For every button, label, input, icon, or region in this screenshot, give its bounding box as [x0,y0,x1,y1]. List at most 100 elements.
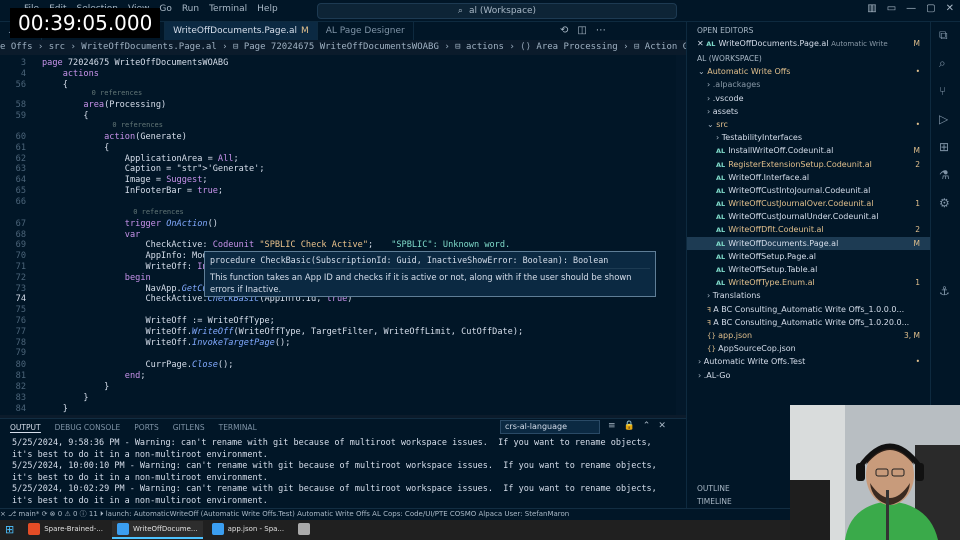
command-center[interactable]: ⌕ al (Workspace) [317,3,677,19]
file-tree-item[interactable]: AL WriteOffCustJournalUnder.Codeunit.al [687,210,930,223]
close-button[interactable]: ✕ [946,3,954,14]
al-file-icon: AL [716,213,726,222]
file-tree-item[interactable]: › Automatic Write Offs.Test • [687,355,930,368]
file-tree-item[interactable]: › .alpackages [687,78,930,91]
output-line: 5/25/2024, 10:00:10 PM - Warning: can't … [12,461,662,483]
status-badge: M [913,238,920,248]
file-tree-label: RegisterExtensionSetup.Codeunit.al [728,159,872,169]
run-debug-icon[interactable]: ▷ [939,112,948,126]
filter-icon[interactable]: ≡ [608,421,616,431]
file-tree-item[interactable]: ꟻ A BC Consulting_Automatic Write Offs_1… [687,316,930,329]
code-editor[interactable]: 3 page 72024675 WriteOffDocumentsWOABG 4 a… [0,55,686,415]
code-lens-references[interactable]: 0 references [92,89,143,98]
search-icon: ⌕ [457,6,463,16]
panel-tab-ports[interactable]: PORTS [134,423,158,433]
lock-icon[interactable]: 🔒 [624,421,635,431]
timeline-header[interactable]: TIMELINE [687,493,742,508]
file-tree-item[interactable]: AL WriteOffDflt.Codeunit.al 2 [687,223,930,236]
file-tree-item[interactable]: AL InstallWriteOff.Codeunit.al M [687,144,930,157]
menu-item-run[interactable]: Run [182,4,199,14]
close-panel-icon[interactable]: ✕ [658,421,666,431]
al-file-icon: AL [716,226,726,235]
file-tree-label: TestabilityInterfaces [721,133,803,143]
file-tree-item[interactable]: › assets [687,105,930,118]
layout-icon[interactable]: ▥ [867,3,876,14]
file-tree-item[interactable]: › Translations [687,289,930,302]
panel-toggle-icon[interactable]: ▭ [887,3,896,14]
file-tree-item[interactable]: AL WriteOffCustJournalOver.Codeunit.al 1 [687,197,930,210]
file-tree-item[interactable]: AL WriteOffSetup.Table.al [687,263,930,276]
breadcrumb[interactable]: e Offs › src › WriteOffDocuments.Page.al… [0,40,686,55]
windows-icon: ⊞ [5,522,15,536]
editor-tab[interactable]: AL Page Designer [318,22,414,40]
code-line[interactable]: 59 { [0,110,686,122]
file-tree-label: src [716,119,728,129]
taskbar-app[interactable]: WriteOffDocume... [112,521,203,539]
file-tree-item[interactable]: AL WriteOffCustIntoJournal.Codeunit.al [687,184,930,197]
close-icon[interactable]: ✕ [697,39,706,48]
file-tree-item[interactable]: AL WriteOff.Interface.al [687,171,930,184]
file-tree-item[interactable]: › TestabilityInterfaces [687,131,930,144]
taskbar-app-label: WriteOffDocume... [133,525,198,533]
open-editors-header[interactable]: OPEN EDITORS [687,22,930,37]
code-line[interactable]: 84 } [0,403,686,415]
taskbar-app[interactable] [293,521,315,539]
chevron-icon: ⌄ [698,67,708,77]
taskbar-app-label: Spare-Brained-... [44,525,104,533]
menu-item-help[interactable]: Help [257,4,278,14]
app-icon [211,523,224,535]
editor-tab[interactable]: WriteOffDocuments.Page.al M [165,22,318,40]
open-editor-item[interactable]: ✕ AL WriteOffDocuments.Page.al Automatic … [687,37,930,50]
file-tree-item[interactable]: AL WriteOffDocuments.Page.al M [687,236,930,250]
panel-tab-output[interactable]: OUTPUT [10,423,41,433]
menu-item-terminal[interactable]: Terminal [209,4,247,14]
history-icon[interactable]: ⟲ [560,22,568,40]
search-icon[interactable]: ⌕ [939,56,946,71]
taskbar-app-label: app.json - Spa... [227,525,285,533]
output-channel-select[interactable]: crs-al-language [500,420,600,434]
file-tree-item[interactable]: › .vscode [687,92,930,105]
code-lens-references[interactable]: 0 references [133,208,184,217]
output-line: 5/25/2024, 10:02:29 PM - Warning: can't … [12,484,662,506]
file-tree-item[interactable]: {} AppSourceCop.json [687,342,930,355]
open-editor-label: WriteOffDocuments.Page.al [718,39,829,48]
source-control-icon[interactable]: ⑂ [939,84,946,98]
more-icon[interactable]: ⋯ [596,22,606,40]
file-tree-item[interactable]: {} app.json 3, M [687,329,930,342]
status-badge: • [915,357,920,367]
explorer-icon[interactable]: ⧉ [939,28,948,43]
code-lens-references[interactable]: 0 references [112,121,163,130]
taskbar-app[interactable]: Spare-Brained-... [23,521,108,539]
code-line[interactable]: 66 [0,196,686,208]
al-file-icon: AL [716,239,726,248]
status-badge: 3, M [903,330,920,340]
file-tree-item[interactable]: AL WriteOffSetup.Page.al [687,250,930,263]
menu-item-go[interactable]: Go [159,4,171,14]
split-editor-icon[interactable]: ◫ [577,22,586,40]
minimize-button[interactable]: — [906,3,916,14]
workspace-header[interactable]: AL (WORKSPACE) [687,50,930,65]
panel-tab-terminal[interactable]: TERMINAL [219,423,257,433]
extensions-icon[interactable]: ⊞ [939,140,949,154]
taskbar-app[interactable]: app.json - Spa... [207,521,290,539]
file-tree-item[interactable]: › .AL-Go [687,369,930,382]
command-center-label: al (Workspace) [468,6,537,16]
maximize-button[interactable]: ▢ [926,3,935,14]
testing-icon[interactable]: ⚗ [939,168,950,182]
code-line[interactable]: 79 [0,347,686,359]
file-tree-label: A BC Consulting_Automatic Write Offs_1.0… [713,304,905,314]
file-tree-item[interactable]: AL WriteOffType.Enum.al 1 [687,276,930,289]
panel-tab-gitlens[interactable]: GITLENS [173,423,205,433]
file-tree-item[interactable]: ⌄ Automatic Write Offs • [687,65,930,78]
remote-icon[interactable]: ⚓ [939,284,950,298]
file-tree-item[interactable]: ⌄ src • [687,118,930,131]
editor-scrollbar[interactable] [676,55,686,415]
panel-tab-debug-console[interactable]: DEBUG CONSOLE [55,423,121,433]
file-icon: {} [707,331,719,340]
start-button[interactable]: ⊞ [0,521,19,539]
settings-sync-icon[interactable]: ⚙ [939,196,950,210]
file-tree-item[interactable]: AL RegisterExtensionSetup.Codeunit.al 2 [687,158,930,171]
file-tree-label: assets [712,106,739,116]
maximize-panel-icon[interactable]: ⌃ [643,421,651,431]
file-tree-item[interactable]: ꟻ A BC Consulting_Automatic Write Offs_1… [687,303,930,316]
